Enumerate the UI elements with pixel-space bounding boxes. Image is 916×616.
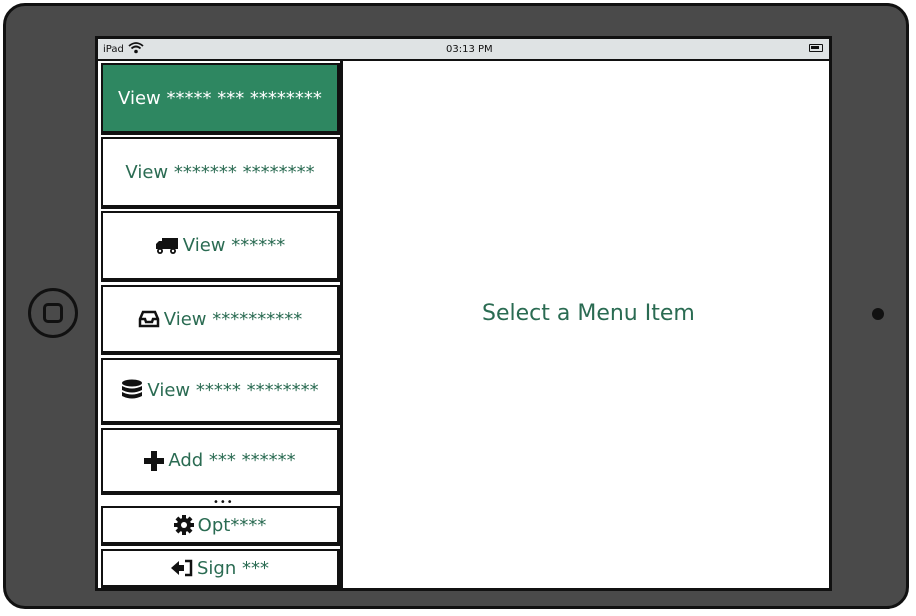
menu-item-3[interactable]: View ********** xyxy=(101,285,341,355)
home-button[interactable] xyxy=(28,288,78,338)
menu-item-4[interactable]: View ***** ******** xyxy=(101,358,341,425)
gear-icon xyxy=(173,515,194,535)
menu-item-1[interactable]: View ******* ******** xyxy=(101,137,341,209)
menu-item-0[interactable]: View ***** *** ******** xyxy=(101,63,341,135)
menu-item-label: View ******* ******** xyxy=(125,161,315,183)
database-icon xyxy=(121,379,143,403)
status-time: 03:13 PM xyxy=(446,44,493,55)
menu-item-label: Sign *** xyxy=(197,557,269,579)
home-button-square xyxy=(43,303,63,323)
status-bar: iPad 03:13 PM xyxy=(98,39,829,61)
plus-icon xyxy=(144,450,165,471)
menu-item-label: View ********** xyxy=(163,308,303,330)
menu-item-6[interactable]: Opt**** xyxy=(101,506,341,546)
empty-state-message: Select a Menu Item xyxy=(482,301,695,326)
sidebar-menu: View ***** *** ******** View ******* ***… xyxy=(98,61,343,589)
sign-out-icon xyxy=(171,559,193,577)
ipad-frame: iPad 03:13 PM View ***** *** ******** Vi… xyxy=(3,3,909,609)
menu-item-label: Add *** ****** xyxy=(168,450,296,471)
menu-item-label: View ***** *** ******** xyxy=(118,87,322,109)
screen: iPad 03:13 PM View ***** *** ******** Vi… xyxy=(95,36,832,591)
device-label: iPad xyxy=(103,44,124,55)
menu-item-label: View ****** xyxy=(182,235,286,256)
menu-item-label: View ***** ******** xyxy=(147,380,319,401)
menu-item-2[interactable]: View ****** xyxy=(101,211,341,282)
wifi-icon xyxy=(128,42,144,57)
menu-item-7[interactable]: Sign *** xyxy=(101,549,341,589)
camera-dot xyxy=(872,308,884,320)
menu-item-label: Opt**** xyxy=(197,514,267,536)
inbox-icon xyxy=(138,310,160,328)
battery-icon xyxy=(809,44,823,52)
menu-item-5[interactable]: Add *** ****** xyxy=(101,428,341,495)
truck-icon xyxy=(155,237,179,255)
